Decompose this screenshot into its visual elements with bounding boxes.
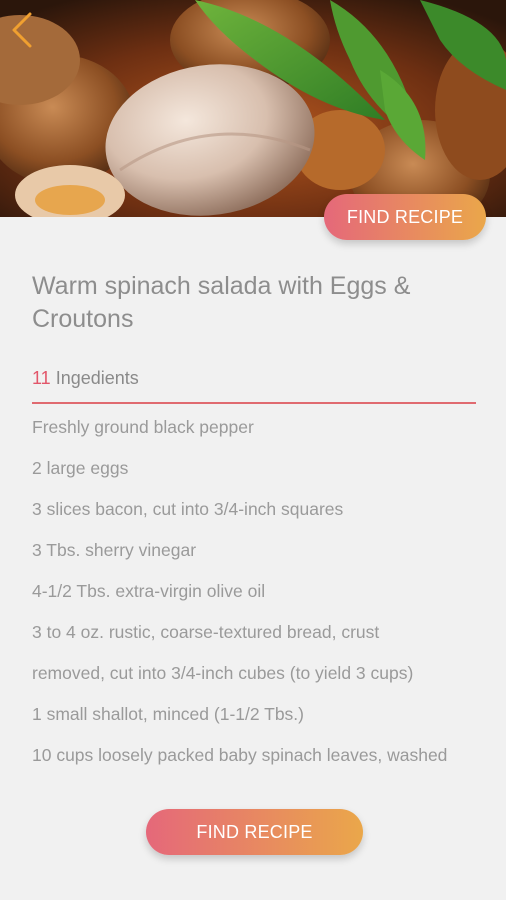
clams-pasta-photo [0, 0, 506, 217]
ingredient-item: removed, cut into 3/4-inch cubes (to yie… [32, 663, 414, 683]
find-recipe-button-top[interactable]: FIND RECIPE [324, 194, 486, 240]
ingredient-item: 2 large eggs [32, 458, 129, 478]
ingredients-count: 11 [32, 368, 51, 388]
ingredient-item: 3 Tbs. sherry vinegar [32, 540, 197, 560]
recipe-title: Warm spinach salada with Eggs & Croutons [32, 272, 411, 333]
ingredients-label: Ingedients [55, 368, 139, 388]
find-recipe-button-bottom[interactable]: FIND RECIPE [146, 809, 363, 855]
ingredient-item: 3 to 4 oz. rustic, coarse-textured bread… [32, 622, 380, 642]
chevron-left-icon [12, 12, 32, 48]
ingredients-divider [32, 402, 476, 404]
ingredient-item: 4-1/2 Tbs. extra-virgin olive oil [32, 581, 266, 601]
ingredient-item: 1 small shallot, minced (1-1/2 Tbs.) [32, 704, 305, 724]
ingredient-item: 10 cups loosely packed baby spinach leav… [32, 745, 448, 765]
back-button[interactable] [8, 10, 38, 50]
ingredients-list: Freshly ground black pepper 2 large eggs… [32, 414, 482, 783]
ingredient-item: Freshly ground black pepper [32, 417, 254, 437]
ingredients-header: 11 Ingedients [32, 368, 139, 389]
ingredient-item: 3 slices bacon, cut into 3/4-inch square… [32, 499, 344, 519]
hero-image [0, 0, 506, 217]
